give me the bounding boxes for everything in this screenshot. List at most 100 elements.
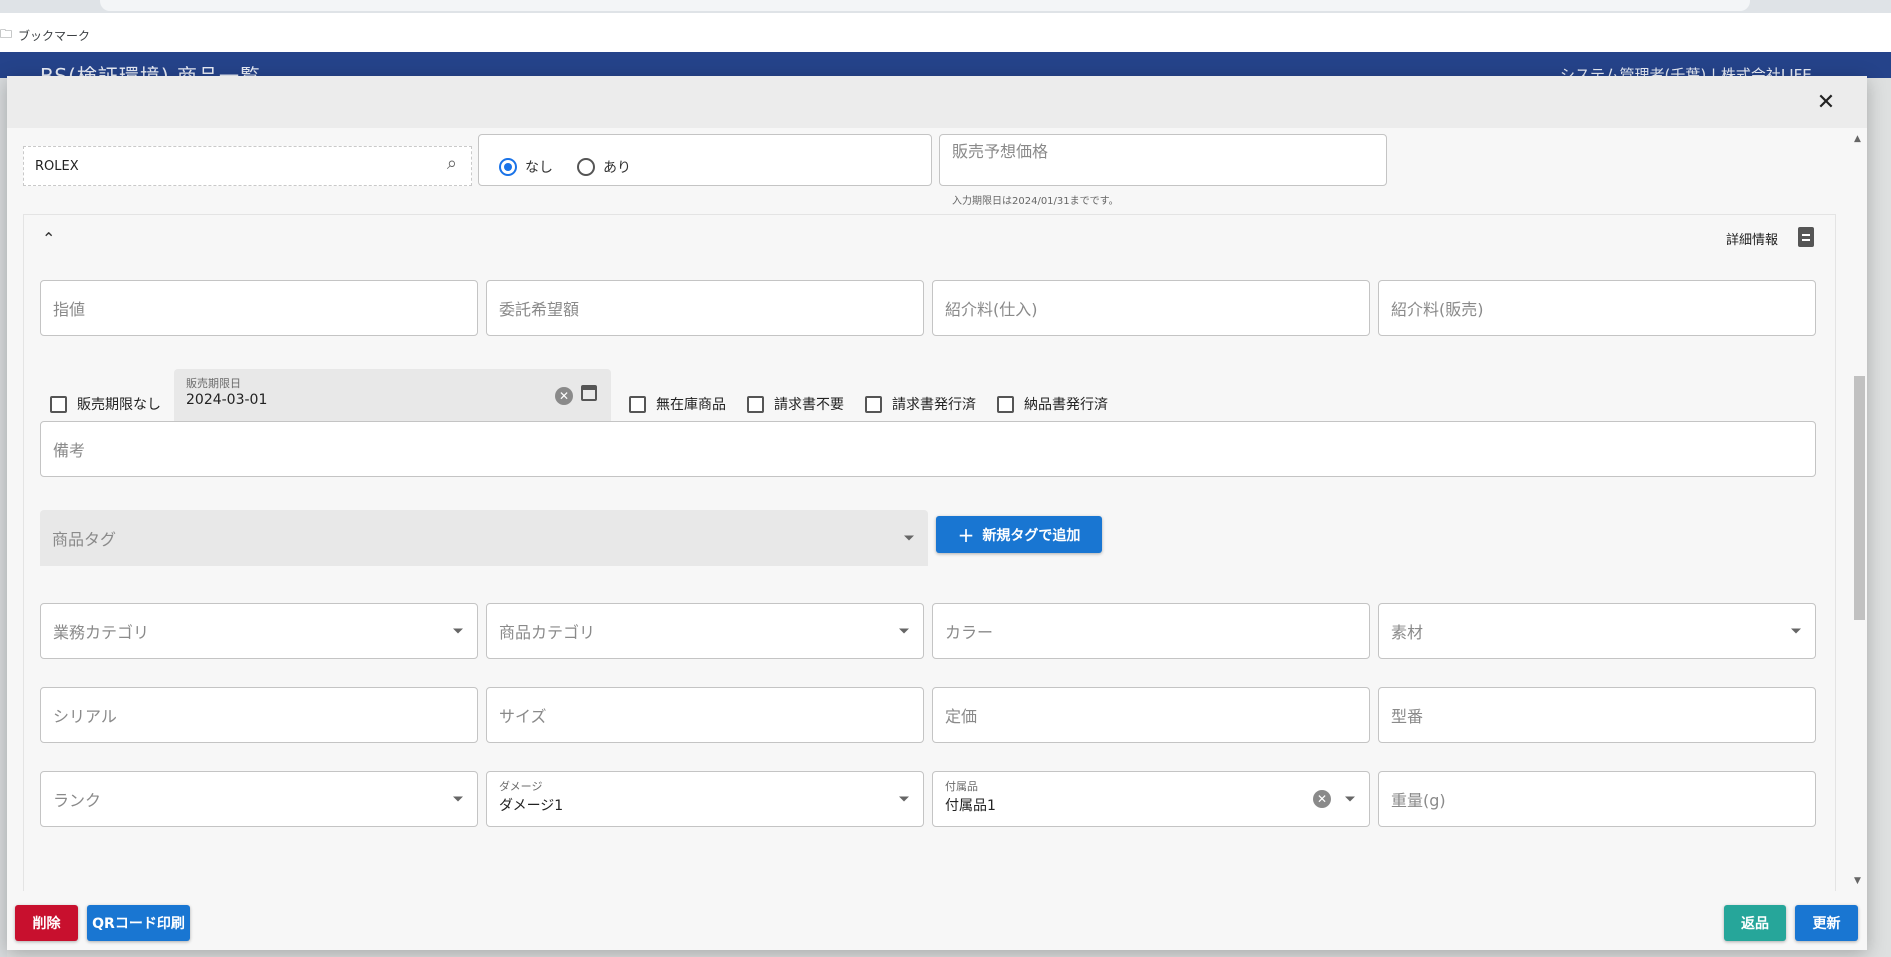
deadline-hint: 入力期限日は2024/01/31までです。 — [952, 196, 1119, 207]
remarks-field[interactable]: 備考 — [40, 421, 1816, 477]
limit-price-placeholder: 指値 — [53, 300, 86, 319]
weight-placeholder: 重量(g) — [1391, 791, 1446, 810]
browser-tabstrip — [0, 0, 1891, 13]
return-button[interactable]: 返品 — [1724, 905, 1786, 941]
color-placeholder: カラー — [945, 623, 994, 642]
consign-amount-placeholder: 委託希望額 — [499, 300, 580, 319]
scroll-up-icon[interactable]: ▲ — [1854, 134, 1861, 144]
model-number-field[interactable]: 型番 — [1378, 687, 1816, 743]
color-field[interactable]: カラー — [932, 603, 1370, 659]
document-icon[interactable] — [1798, 227, 1814, 247]
no-stock-checkbox[interactable]: 無在庫商品 — [629, 394, 726, 414]
accessory-select[interactable]: 付属品 付属品1 ✕ — [932, 771, 1370, 827]
delete-button[interactable]: 削除 — [15, 905, 78, 941]
expected-price-field[interactable]: 販売予想価格 — [939, 134, 1387, 186]
sale-deadline-value: 2024-03-01 — [186, 392, 268, 408]
delivery-note-issued-checkbox[interactable]: 納品書発行済 — [997, 394, 1108, 414]
calendar-icon[interactable] — [581, 385, 597, 401]
scrollbar[interactable]: ▲ ▼ — [1853, 132, 1865, 888]
product-category-select[interactable]: 商品カテゴリ — [486, 603, 924, 659]
bookmark-bar: 🗀 ブックマーク — [0, 13, 1891, 52]
business-category-select[interactable]: 業務カテゴリ — [40, 603, 478, 659]
update-button-label: 更新 — [1812, 916, 1841, 932]
business-category-placeholder: 業務カテゴリ — [53, 623, 150, 642]
serial-field[interactable]: シリアル — [40, 687, 478, 743]
dropdown-arrow-icon — [899, 796, 909, 802]
scrollbar-thumb[interactable] — [1854, 376, 1865, 620]
list-price-field[interactable]: 定価 — [932, 687, 1370, 743]
bookmark-folder[interactable]: 🗀 ブックマーク — [0, 25, 90, 46]
radio-unchecked-icon — [577, 158, 595, 176]
sale-deadline-field[interactable]: 販売期限日 2024-03-01 ✕ — [174, 369, 611, 424]
detail-title: 詳細情報 — [1726, 233, 1779, 248]
referral-fee-sale-field[interactable]: 紹介料(販売) — [1378, 280, 1816, 336]
accessory-label: 付属品 — [945, 780, 978, 793]
dropdown-arrow-icon — [1345, 796, 1355, 802]
scroll-down-icon[interactable]: ▼ — [1854, 876, 1861, 886]
invoice-unneeded-checkbox[interactable]: 請求書不要 — [747, 394, 844, 414]
radio-none[interactable]: なし — [499, 157, 553, 177]
qr-print-button[interactable]: QRコード印刷 — [87, 905, 190, 941]
dialog-content[interactable]: ROLEX ⌕ なし あり 販売予想価格 入力期限日は2024/01/31までで… — [7, 128, 1867, 891]
radio-yes-label: あり — [603, 160, 631, 176]
referral-fee-sale-placeholder: 紹介料(販売) — [1391, 300, 1484, 319]
size-field[interactable]: サイズ — [486, 687, 924, 743]
invoice-issued-label: 請求書発行済 — [892, 397, 976, 413]
chevron-up-icon[interactable]: ⌃ — [42, 229, 55, 248]
product-edit-dialog: ✕ ROLEX ⌕ なし あり 販売予想価格 入力期限日は2024/01/31ま… — [7, 76, 1867, 950]
dialog-footer: 削除 QRコード印刷 返品 更新 — [7, 891, 1867, 950]
close-icon[interactable]: ✕ — [1812, 88, 1840, 116]
clear-icon[interactable]: ✕ — [1313, 790, 1331, 808]
weight-field[interactable]: 重量(g) — [1378, 771, 1816, 827]
clear-icon[interactable]: ✕ — [555, 387, 573, 405]
radio-yes[interactable]: あり — [577, 157, 631, 177]
material-select[interactable]: 素材 — [1378, 603, 1816, 659]
add-new-tag-button[interactable]: + 新規タグで追加 — [936, 516, 1102, 553]
checkbox-icon — [997, 395, 1014, 413]
accessory-value: 付属品1 — [945, 798, 996, 814]
brand-value: ROLEX — [35, 159, 79, 174]
folder-icon: 🗀 — [0, 27, 13, 41]
search-icon[interactable]: ⌕ — [447, 153, 457, 174]
expected-price-placeholder: 販売予想価格 — [952, 142, 1049, 161]
damage-select[interactable]: ダメージ ダメージ1 — [486, 771, 924, 827]
consign-amount-field[interactable]: 委託希望額 — [486, 280, 924, 336]
referral-fee-purchase-placeholder: 紹介料(仕入) — [945, 300, 1038, 319]
no-sale-limit-checkbox[interactable]: 販売期限なし — [50, 394, 161, 414]
dropdown-arrow-icon — [904, 535, 914, 541]
invoice-issued-checkbox[interactable]: 請求書発行済 — [865, 394, 976, 414]
radio-none-label: なし — [525, 160, 553, 176]
sale-deadline-label: 販売期限日 — [186, 377, 241, 390]
product-tag-placeholder: 商品タグ — [52, 530, 117, 549]
product-tag-select[interactable]: 商品タグ — [40, 510, 928, 566]
dropdown-arrow-icon — [453, 628, 463, 634]
update-button[interactable]: 更新 — [1795, 905, 1858, 941]
dropdown-arrow-icon — [453, 796, 463, 802]
no-stock-label: 無在庫商品 — [656, 397, 726, 413]
damage-label: ダメージ — [499, 780, 543, 793]
referral-fee-purchase-field[interactable]: 紹介料(仕入) — [932, 280, 1370, 336]
radio-group: なし あり — [478, 134, 932, 186]
address-bar[interactable] — [100, 0, 1750, 11]
checkbox-icon — [747, 395, 764, 413]
checkbox-icon — [865, 395, 882, 413]
model-number-placeholder: 型番 — [1391, 707, 1424, 726]
plus-icon: + — [957, 522, 975, 547]
product-category-placeholder: 商品カテゴリ — [499, 623, 596, 642]
remarks-placeholder: 備考 — [53, 441, 86, 460]
add-new-tag-label: 新規タグで追加 — [982, 527, 1081, 544]
dialog-header: ✕ — [7, 76, 1867, 128]
no-sale-limit-label: 販売期限なし — [77, 397, 161, 413]
limit-price-field[interactable]: 指値 — [40, 280, 478, 336]
detail-panel: ⌃ 詳細情報 指値 委託希望額 紹介料(仕入) 紹介料(販売) 販売期限なし 販… — [23, 214, 1836, 891]
size-placeholder: サイズ — [499, 707, 547, 726]
brand-field[interactable]: ROLEX ⌕ — [23, 146, 472, 186]
radio-checked-icon — [499, 158, 517, 176]
checkbox-icon — [629, 395, 646, 413]
rank-placeholder: ランク — [53, 791, 102, 810]
serial-placeholder: シリアル — [53, 707, 117, 726]
rank-select[interactable]: ランク — [40, 771, 478, 827]
app-header: BS(検証環境) 商品一覧 システム管理者(千葉) | 株式会社LIFE — [0, 52, 1891, 78]
damage-value: ダメージ1 — [499, 798, 564, 814]
return-button-label: 返品 — [1741, 916, 1769, 932]
